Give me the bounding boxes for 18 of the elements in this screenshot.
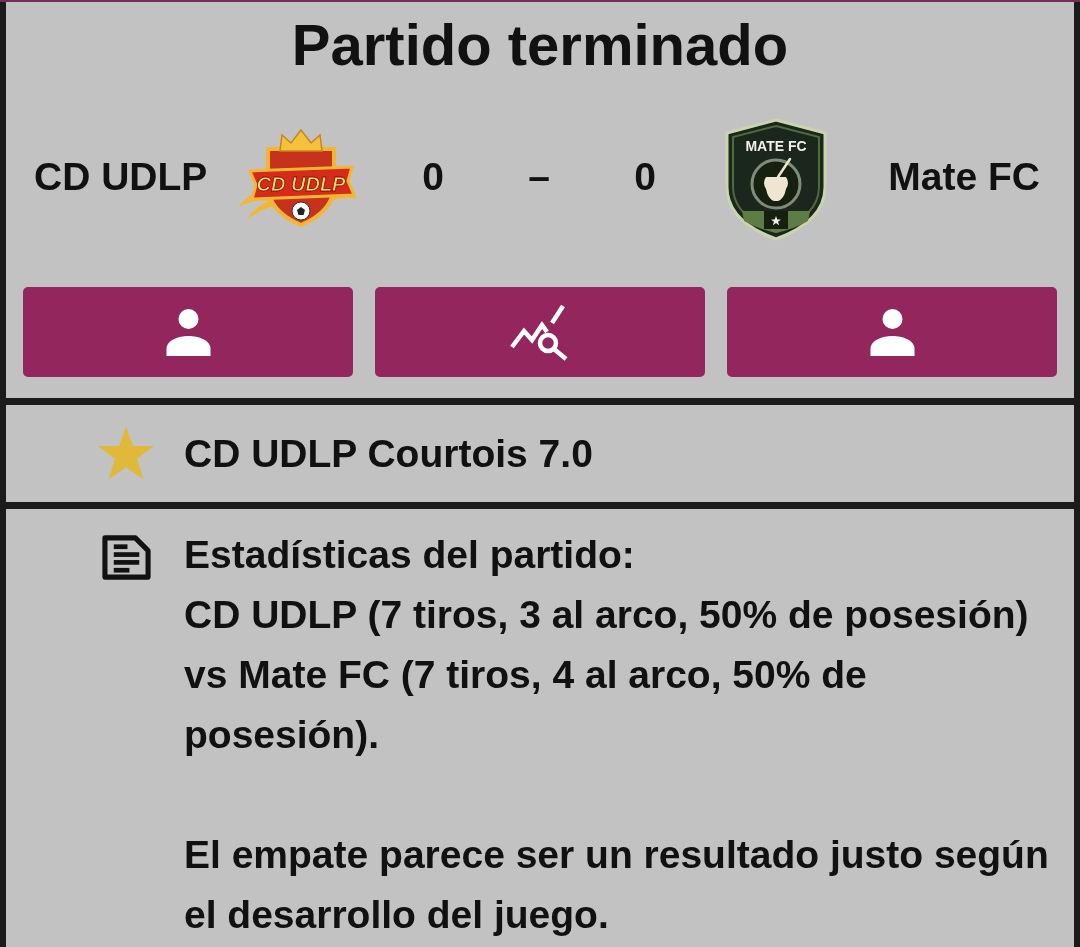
star-icon <box>97 425 155 482</box>
shield-crest-logo: CD UDLP <box>236 127 366 227</box>
document-icon <box>100 533 153 582</box>
player-button[interactable] <box>727 287 1057 377</box>
match-summary-text: Estadísticas del partido: CD UDLP (7 tiros, 3 al arco, 50% de posesión) vs Mate FC (7 tiros, 4 al arco, 50% de posesión). El empate parece ser un resultado justo según el desarrollo del juego. <box>184 532 1050 938</box>
score-separator: – <box>528 155 550 199</box>
analysis-button[interactable] <box>375 287 705 377</box>
away-team-name: Mate FC <box>888 155 1040 199</box>
player-button[interactable] <box>23 287 353 377</box>
shield-crest-logo: MATE FC <box>724 117 828 241</box>
away-score: 0 <box>634 155 656 199</box>
person-icon <box>164 308 212 356</box>
person-icon <box>868 308 916 356</box>
chart-search-icon <box>510 303 570 361</box>
match-status-title: Partido terminado <box>291 11 789 79</box>
home-score: 0 <box>422 155 444 199</box>
player-rating-text: CD UDLP Courtois 7.0 <box>184 431 593 476</box>
home-team-name: CD UDLP <box>34 155 208 199</box>
